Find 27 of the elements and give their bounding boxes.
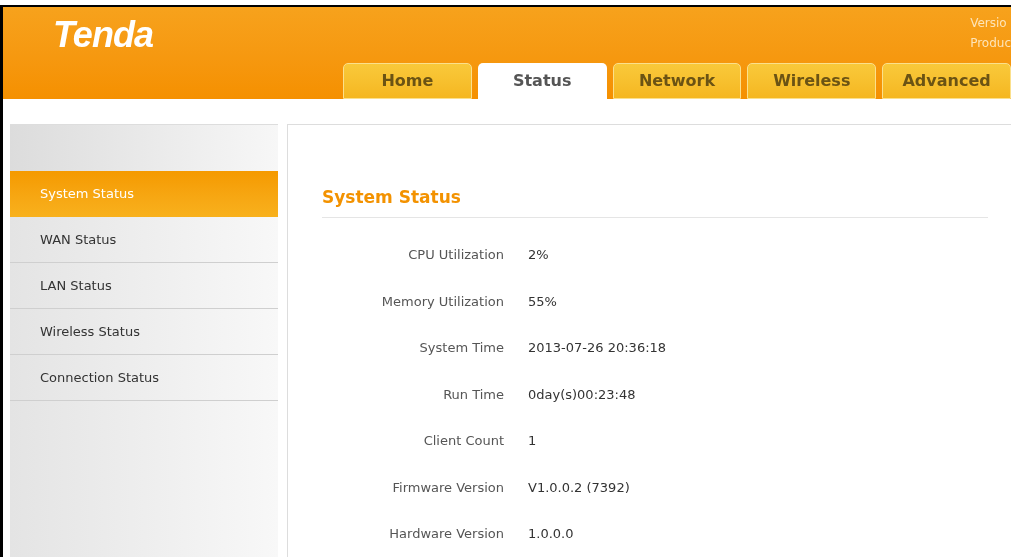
- logo: Tenda: [53, 13, 154, 57]
- nav-tab[interactable]: Home: [343, 63, 472, 99]
- sidebar-item[interactable]: Wireless Status: [10, 309, 278, 355]
- field-value: 1.0.0.0: [528, 525, 574, 543]
- field-value: 1: [528, 432, 537, 450]
- field-value: 2013-07-26 20:36:18: [528, 339, 667, 357]
- field-label: Client Count: [422, 432, 504, 450]
- nav-tab[interactable]: Advanced: [882, 63, 1011, 99]
- field-value: 2%: [528, 246, 549, 264]
- section-title: System Status: [322, 185, 988, 218]
- sidebar-item[interactable]: WAN Status: [10, 217, 278, 263]
- nav-tab[interactable]: Wireless: [747, 63, 877, 99]
- header-info-text: Versio: [970, 15, 1008, 32]
- field-label: Firmware Version: [391, 478, 504, 497]
- nav-tab[interactable]: Status: [477, 63, 607, 99]
- field-label: Memory Utilization: [380, 292, 504, 311]
- sidebar-item[interactable]: Connection Status: [10, 355, 278, 401]
- field-value: 55%: [528, 292, 557, 311]
- header-info-text: Produc: [970, 35, 1011, 52]
- nav-tab[interactable]: Network: [612, 63, 742, 99]
- sidebar-item[interactable]: LAN Status: [10, 263, 278, 309]
- field-label: CPU Utilization: [407, 246, 504, 264]
- field-label: Run Time: [442, 385, 504, 404]
- field-label: System Time: [418, 339, 504, 357]
- field-label: Hardware Version: [388, 525, 504, 543]
- field-value: V1.0.0.2 (7392): [528, 478, 630, 497]
- field-value: 0day(s)00:23:48: [528, 385, 636, 404]
